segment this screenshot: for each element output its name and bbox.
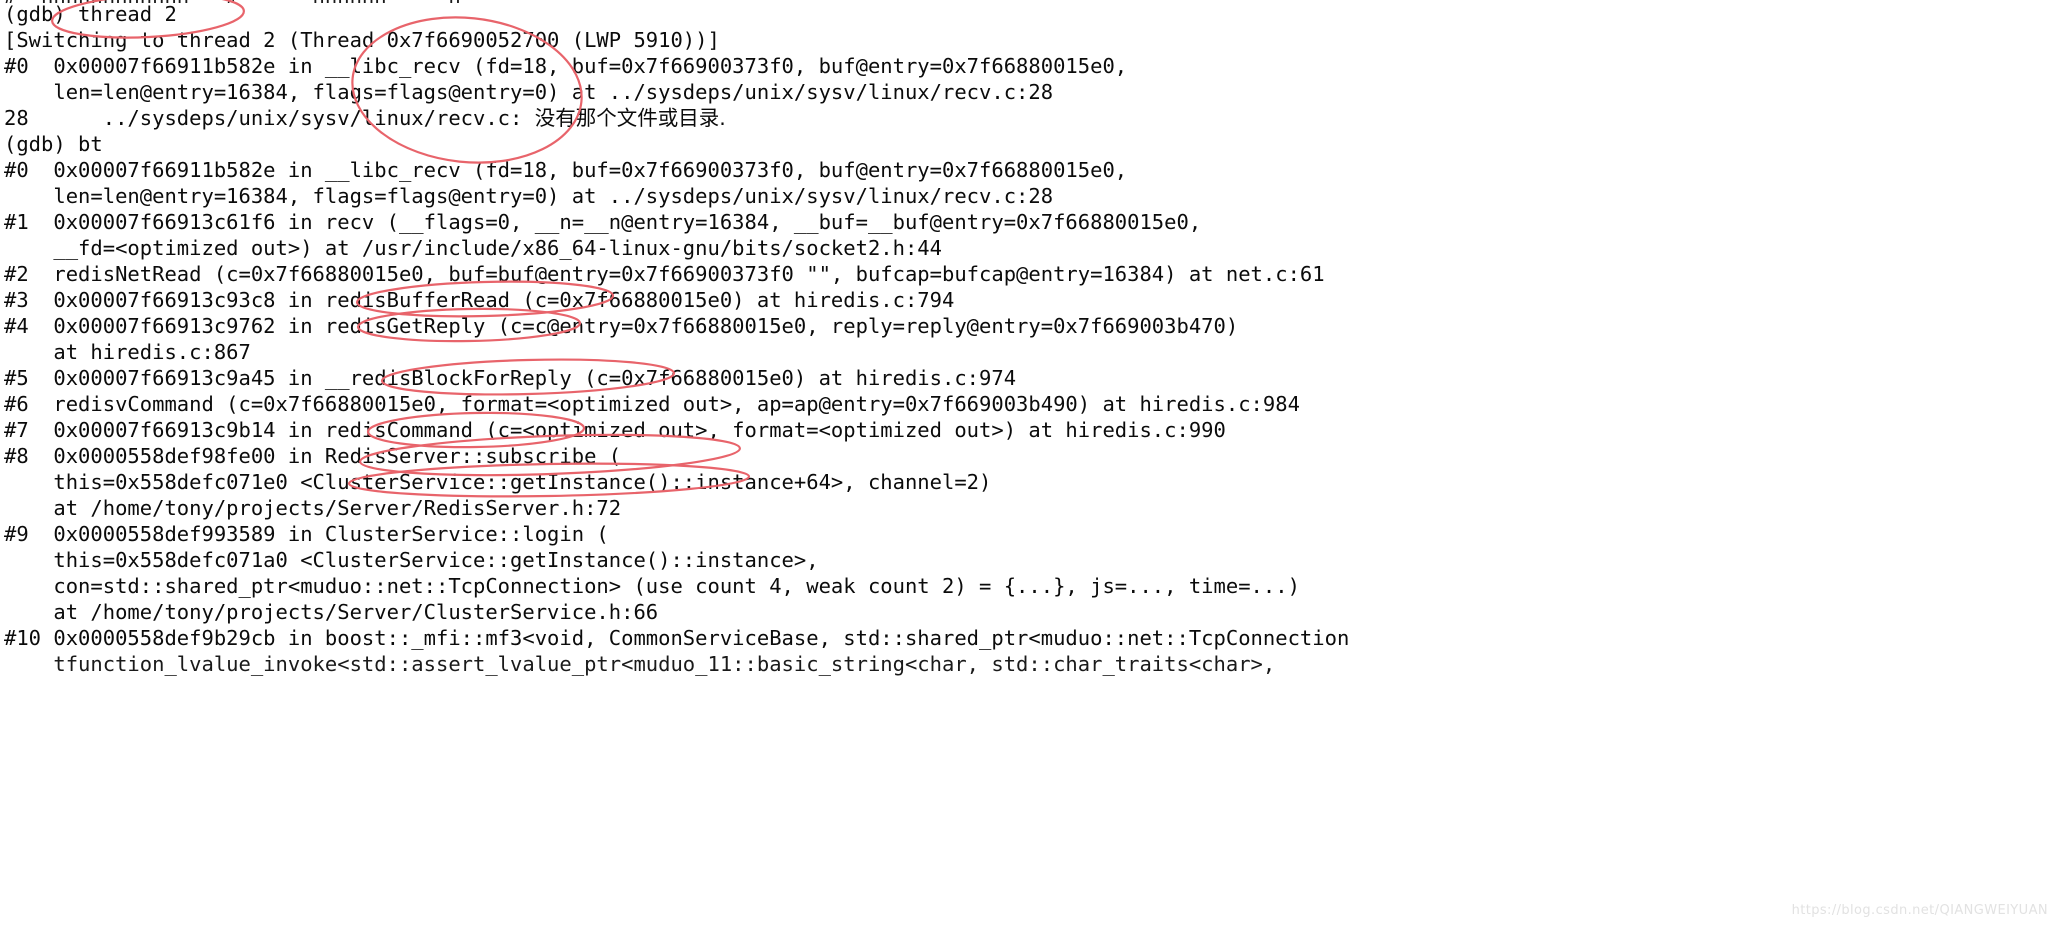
terminal-line-text: #7 0x00007f66913c9b14 in redisCommand (c… (4, 418, 1226, 442)
terminal-line-text: (gdb) bt (4, 132, 103, 156)
terminal-line: this=0x558defc071a0 <ClusterService::get… (4, 548, 819, 574)
terminal-line: this=0x558defc071e0 <ClusterService::get… (4, 470, 991, 496)
terminal-line: __fd=<optimized out>) at /usr/include/x8… (4, 236, 942, 262)
terminal-line-text: #2 redisNetRead (c=0x7f66880015e0, buf=b… (4, 262, 1325, 286)
terminal-line: #8 0x0000558def98fe00 in RedisServer::su… (4, 444, 621, 470)
terminal-line: #6 redisvCommand (c=0x7f66880015e0, form… (4, 392, 1300, 418)
terminal-line-text: #0 0x00007f66911b582e in __libc_recv (fd… (4, 54, 1128, 78)
terminal-line-text: 28 ../sysdeps/unix/sysv/linux/recv.c: (4, 106, 535, 130)
terminal-line: tfunction_lvalue_invoke<std::assert_lval… (4, 652, 1275, 678)
terminal-line: (gdb) thread 2 (4, 2, 177, 28)
terminal-line: #7 0x00007f66913c9b14 in redisCommand (c… (4, 418, 1226, 444)
terminal-line-text: len=len@entry=16384, flags=flags@entry=0… (4, 80, 1054, 104)
terminal-line: #10 0x0000558def9b29cb in boost::_mfi::m… (4, 626, 1349, 652)
terminal-line-text: this=0x558defc071e0 <ClusterService::get… (4, 470, 992, 494)
csdn-watermark: https://blog.csdn.net/QIANGWEIYUAN (1791, 903, 2048, 918)
terminal-line-text: #3 0x00007f66913c93c8 in redisBufferRead… (4, 288, 955, 312)
gdb-terminal-output[interactable]: # nnnnnnnnnnnn # nnnnnn n(gdb) thread 2[… (0, 0, 2064, 944)
terminal-line-text: __fd=<optimized out>) at /usr/include/x8… (4, 236, 942, 260)
terminal-line-text: #4 0x00007f66913c9762 in redisGetReply (… (4, 314, 1239, 338)
terminal-line: #0 0x00007f66911b582e in __libc_recv (fd… (4, 158, 1127, 184)
terminal-line: [Switching to thread 2 (Thread 0x7f66900… (4, 28, 720, 54)
terminal-line: #2 redisNetRead (c=0x7f66880015e0, buf=b… (4, 262, 1325, 288)
terminal-line: at hiredis.c:867 (4, 340, 251, 366)
terminal-line: #0 0x00007f66911b582e in __libc_recv (fd… (4, 54, 1127, 80)
terminal-line: at /home/tony/projects/Server/RedisServe… (4, 496, 621, 522)
terminal-line-text: at /home/tony/projects/Server/RedisServe… (4, 496, 622, 520)
terminal-line: len=len@entry=16384, flags=flags@entry=0… (4, 80, 1053, 106)
terminal-line: #1 0x00007f66913c61f6 in recv (__flags=0… (4, 210, 1201, 236)
terminal-line-text: len=len@entry=16384, flags=flags@entry=0… (4, 184, 1054, 208)
terminal-line-text: #0 0x00007f66911b582e in __libc_recv (fd… (4, 158, 1128, 182)
terminal-line: (gdb) bt (4, 132, 103, 158)
terminal-line: 28 ../sysdeps/unix/sysv/linux/recv.c: 没有… (4, 106, 726, 132)
terminal-line-text: [Switching to thread 2 (Thread 0x7f66900… (4, 28, 720, 52)
terminal-line: #9 0x0000558def993589 in ClusterService:… (4, 522, 609, 548)
terminal-line: con=std::shared_ptr<muduo::net::TcpConne… (4, 574, 1300, 600)
terminal-line: #5 0x00007f66913c9a45 in __redisBlockFor… (4, 366, 1016, 392)
terminal-line-text: at /home/tony/projects/Server/ClusterSer… (4, 600, 659, 624)
terminal-line-text-cjk: 没有那个文件或目录. (534, 106, 726, 130)
terminal-line-text: at hiredis.c:867 (4, 340, 251, 364)
terminal-line-text: #9 0x0000558def993589 in ClusterService:… (4, 522, 609, 546)
terminal-line-text: #8 0x0000558def98fe00 in RedisServer::su… (4, 444, 622, 468)
terminal-line: #4 0x00007f66913c9762 in redisGetReply (… (4, 314, 1238, 340)
terminal-line-text: tfunction_lvalue_invoke<std::assert_lval… (4, 652, 1276, 676)
terminal-line-text: #5 0x00007f66913c9a45 in __redisBlockFor… (4, 366, 1017, 390)
terminal-line-text: #6 redisvCommand (c=0x7f66880015e0, form… (4, 392, 1300, 416)
terminal-line-text: #10 0x0000558def9b29cb in boost::_mfi::m… (4, 626, 1350, 650)
terminal-line-text: this=0x558defc071a0 <ClusterService::get… (4, 548, 819, 572)
terminal-line: #3 0x00007f66913c93c8 in redisBufferRead… (4, 288, 954, 314)
terminal-line-text: con=std::shared_ptr<muduo::net::TcpConne… (4, 574, 1300, 598)
terminal-line-text: (gdb) thread 2 (4, 2, 177, 26)
terminal-line: len=len@entry=16384, flags=flags@entry=0… (4, 184, 1053, 210)
terminal-line-text: #1 0x00007f66913c61f6 in recv (__flags=0… (4, 210, 1202, 234)
terminal-line: at /home/tony/projects/Server/ClusterSer… (4, 600, 658, 626)
